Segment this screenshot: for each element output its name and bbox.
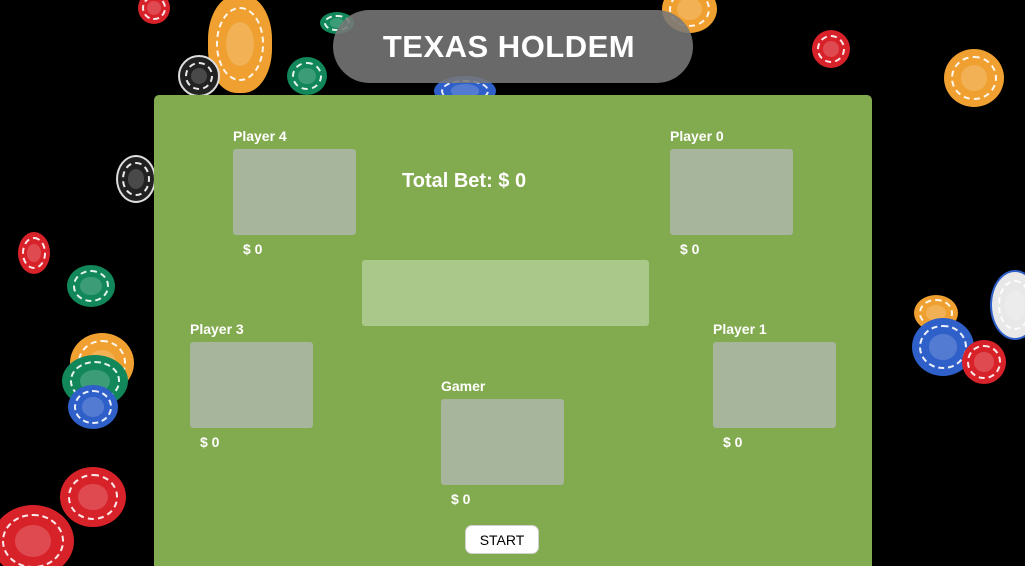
player-name: Player 4: [233, 128, 287, 144]
player-name: Gamer: [441, 378, 486, 394]
total-bet-label: Total Bet: $ 0: [402, 170, 527, 192]
poker-chip-icon: [138, 0, 170, 24]
poker-chip-icon: [18, 232, 50, 274]
player-cards-slot: [670, 149, 793, 235]
player-money: $ 0: [723, 434, 743, 450]
player-cards-slot: [441, 399, 564, 485]
poker-chip-icon: [178, 55, 220, 97]
player-name: Player 0: [670, 128, 724, 144]
poker-table: Player 4 $ 0 Player 0 $ 0 Total Bet: $ 0…: [154, 95, 872, 566]
player-money: $ 0: [451, 491, 471, 507]
player-cards-slot: [713, 342, 836, 428]
poker-chip-icon: [68, 385, 118, 429]
community-cards-area: [362, 260, 649, 326]
player-money: $ 0: [243, 241, 263, 257]
player-name: Player 3: [190, 321, 244, 337]
poker-chip-icon: [287, 57, 327, 95]
poker-chip-icon: [990, 270, 1025, 340]
poker-chip-icon: [944, 49, 1004, 107]
game-title: TEXAS HOLDEM: [382, 28, 636, 64]
poker-chip-icon: [812, 30, 850, 68]
poker-chip-icon: [60, 467, 126, 527]
poker-chip-icon: [0, 505, 74, 566]
game-stage: TEXAS HOLDEM Player 4 $ 0 Player 0 $ 0 T…: [0, 0, 1025, 566]
poker-chip-icon: [67, 265, 115, 307]
player-money: $ 0: [200, 434, 220, 450]
player-cards-slot: [233, 149, 356, 235]
poker-chip-icon: [962, 340, 1006, 384]
start-button[interactable]: START: [465, 525, 539, 554]
player-money: $ 0: [680, 241, 700, 257]
poker-chip-icon: [116, 155, 156, 203]
player-cards-slot: [190, 342, 313, 428]
player-name: Player 1: [713, 321, 767, 337]
title-banner: TEXAS HOLDEM: [333, 10, 693, 83]
